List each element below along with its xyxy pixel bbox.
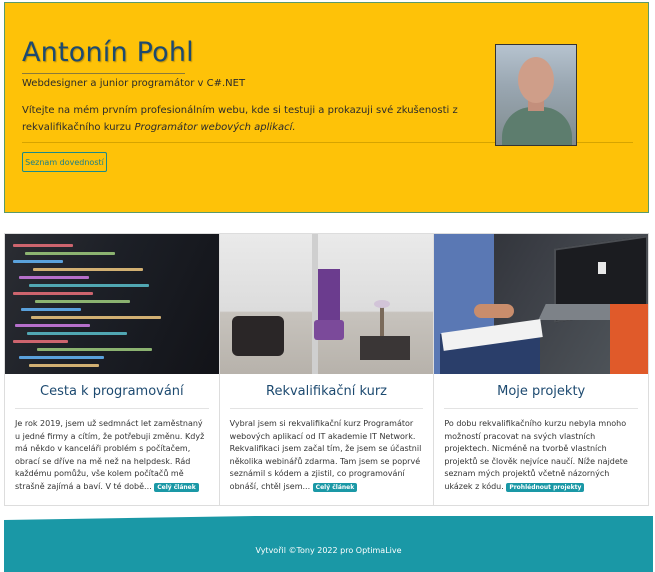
card-title: Cesta k programování [40,384,184,399]
flowers [373,300,390,308]
card-programming-path: Cesta k programování Je rok 2019, jsem u… [5,234,220,505]
title-underline [22,73,185,74]
full-article-badge[interactable]: Celý článek [312,482,358,492]
card-text-body: Je rok 2019, jsem už sedmnáct let zaměst… [15,419,205,491]
side-table [359,336,410,360]
view-projects-badge[interactable]: Prohlédnout projekty [506,482,585,492]
orange-chair [610,304,649,374]
person-arm [474,304,515,318]
card-divider [229,408,424,409]
card-text: Po dobu rekvalifikačního kurzu nebyla mn… [444,418,638,493]
flower-stems [379,304,384,336]
hero-subtitle: Webdesigner a junior programátor v C#.NE… [22,78,246,89]
full-article-badge[interactable]: Celý článek [154,482,199,492]
hero-intro: Vítejte na mém prvním profesionálním web… [22,102,492,136]
profile-photo [495,44,577,146]
code-screen-image [5,234,219,374]
card-text-body: Vybral jsem si rekvalifikační kurz Progr… [229,419,422,491]
article-cards: Cesta k programování Je rok 2019, jsem u… [4,233,649,506]
card-text: Vybral jsem si rekvalifikační kurz Progr… [230,418,424,493]
card-text: Je rok 2019, jsem už sedmnáct let zaměst… [15,418,209,493]
photo-shirt [502,107,572,145]
purple-chair [313,320,344,340]
card-my-projects: Moje projekty Po dobu rekvalifikačního k… [434,234,649,505]
footer: Vytvořil ©Tony 2022 pro OptimaLive [4,516,653,572]
office-room-image [219,234,434,374]
screen-phone [598,262,607,274]
laptop-work-image [434,234,649,374]
card-text-body: Po dobu rekvalifikačního kurzu nebyla mn… [444,419,628,491]
skills-list-button[interactable]: Seznam dovedností [22,152,107,172]
page-title: Antonín Pohl [22,37,194,68]
hero-intro-course: Programátor webových aplikací. [134,122,296,133]
photo-head [518,57,554,103]
footer-credit: Vytvořil ©Tony 2022 pro OptimaLive [255,546,402,555]
hero-jumbotron: Antonín Pohl Webdesigner a junior progra… [4,2,649,213]
card-divider [15,408,209,409]
armchair [231,316,284,356]
card-requalification-course: Rekvalifikační kurz Vybral jsem si rekva… [219,234,435,505]
card-divider [444,408,639,409]
card-title: Moje projekty [497,384,586,399]
card-title: Rekvalifikační kurz [266,384,387,399]
